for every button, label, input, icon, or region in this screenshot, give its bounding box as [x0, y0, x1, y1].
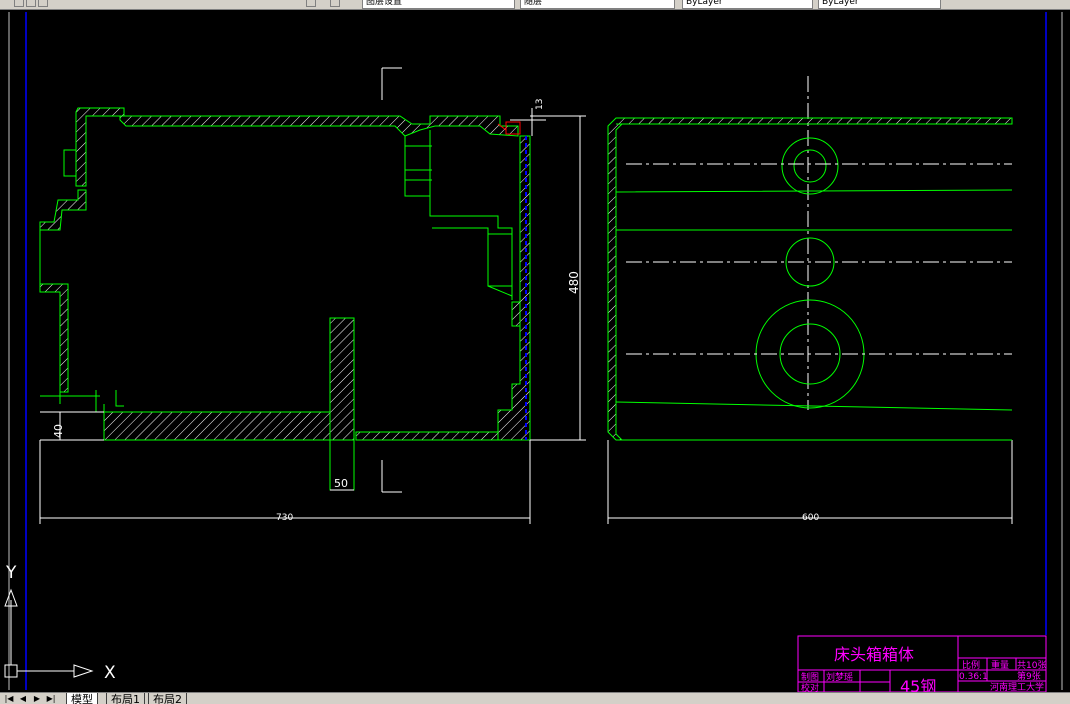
tab-layout2[interactable]: 布局2 [148, 693, 187, 704]
dim-730: 730 [276, 513, 293, 523]
label-weight: 重量 [991, 659, 1009, 671]
tab-nav-first[interactable]: |◀ [4, 694, 14, 703]
layer-state-icon[interactable] [306, 0, 316, 7]
label-scale: 比例 [962, 659, 980, 671]
school-name: 河南理工大学 [990, 681, 1044, 692]
side-view [607, 117, 1013, 441]
dim-600: 600 [802, 513, 819, 523]
part-name: 床头箱箱体 [834, 645, 914, 664]
toolbar-button[interactable] [14, 0, 24, 7]
tab-nav-next[interactable]: ▶ [32, 694, 42, 703]
label-total: 共10张 [1017, 660, 1046, 671]
dim-480: 480 [567, 271, 581, 294]
layer-dropdown[interactable]: 图层设置 [362, 0, 515, 9]
dim-13: 13 [535, 99, 545, 110]
material: 45钢 [900, 677, 936, 692]
lineweight-dropdown[interactable]: ByLayer [818, 0, 941, 9]
ucs-x-label: X [104, 663, 116, 683]
layout-tab-bar: |◀ ◀ ▶ ▶| 模型 布局1 布局2 [0, 692, 1070, 704]
ucs-y-label: Y [5, 563, 17, 583]
tab-model[interactable]: 模型 [66, 693, 98, 704]
ucs-icon [4, 588, 94, 678]
section-marks [381, 67, 809, 493]
color-dropdown[interactable]: 随层 [520, 0, 675, 9]
toolbar-button[interactable] [26, 0, 36, 7]
label-checked: 校对 [801, 682, 819, 692]
drawing-canvas[interactable]: 730 600 480 40 50 13 Y X 床头箱箱体 比例 重量 共10… [0, 10, 1070, 692]
dim-40: 40 [52, 424, 65, 438]
value-scale: 0.36:1 [959, 672, 988, 682]
label-drawn: 制图 [801, 671, 819, 683]
section-hatch [39, 107, 531, 441]
tab-nav-prev[interactable]: ◀ [18, 694, 28, 703]
side-outline [615, 123, 1013, 441]
front-section-view [39, 67, 809, 493]
linetype-dropdown[interactable]: ByLayer [682, 0, 813, 9]
tab-layout1[interactable]: 布局1 [106, 693, 145, 704]
properties-toolbar: 图层设置 随层 ByLayer ByLayer [0, 0, 1070, 10]
layer-manager-icon[interactable] [330, 0, 340, 7]
dim-50: 50 [334, 477, 348, 490]
tab-nav-last[interactable]: ▶| [46, 694, 56, 703]
side-wall-hatch [607, 117, 1013, 441]
label-sheet: 第9张 [1017, 670, 1041, 682]
toolbar-button[interactable] [38, 0, 48, 7]
value-drawer: 刘梦瑶 [826, 671, 853, 683]
sheet-border [25, 12, 1047, 690]
